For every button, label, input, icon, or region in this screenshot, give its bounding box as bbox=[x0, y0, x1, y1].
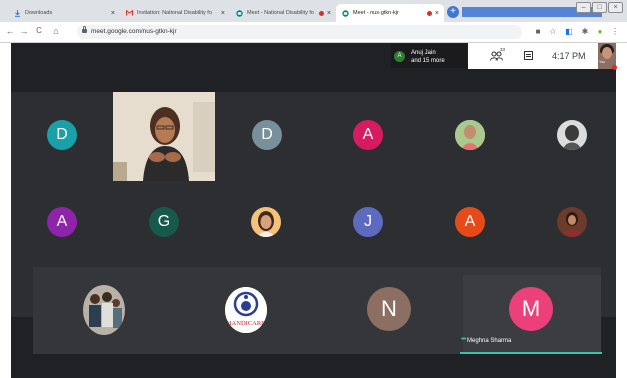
participant-name: Anuj Jain bbox=[411, 50, 436, 56]
recording-icon bbox=[426, 10, 432, 16]
meet-window: A Anuj Jain and 15 more 33 4:17 PM You D… bbox=[11, 43, 617, 378]
back-button[interactable]: ← bbox=[5, 26, 15, 36]
meet-icon bbox=[342, 9, 349, 17]
participant-tile-j[interactable]: J bbox=[353, 207, 383, 237]
avatar-initial: M bbox=[521, 296, 541, 321]
avatar-initial: D bbox=[56, 126, 68, 143]
camera-icon[interactable]: ■ bbox=[533, 27, 543, 36]
active-speaker-name: Meghna Sharma bbox=[467, 338, 512, 344]
participant-photo-avatar[interactable] bbox=[455, 120, 485, 150]
participant-photo-avatar[interactable] bbox=[557, 120, 587, 150]
meet-top-bar: A Anuj Jain and 15 more 33 4:17 PM You bbox=[11, 43, 617, 70]
minimize-button[interactable]: – bbox=[576, 2, 591, 13]
participant-tile-g[interactable]: G bbox=[149, 207, 179, 237]
participant-chip[interactable]: A Anuj Jain and 15 more bbox=[391, 44, 467, 68]
close-icon[interactable]: × bbox=[435, 10, 439, 17]
reload-button[interactable]: C bbox=[34, 26, 44, 35]
chat-icon[interactable] bbox=[524, 51, 533, 60]
forward-button[interactable]: → bbox=[19, 26, 29, 36]
avatar: A bbox=[394, 51, 405, 62]
participant-tile-n[interactable]: N bbox=[367, 287, 411, 331]
extension-icon[interactable]: ◧ bbox=[564, 27, 574, 36]
tab-label: Meet - National Disability fo bbox=[247, 10, 314, 16]
participant-more: and 15 more bbox=[411, 58, 445, 64]
logo-text: HANDICARE bbox=[227, 320, 265, 327]
new-tab-button[interactable]: + bbox=[447, 6, 459, 18]
people-count: 33 bbox=[500, 47, 506, 52]
url-text: meet.google.com/nus-gtkn-kjr bbox=[91, 28, 177, 35]
address-bar: ← → C ⌂ meet.google.com/nus-gtkn-kjr ■ ☆… bbox=[0, 22, 627, 43]
tab-label: Downloads bbox=[25, 10, 53, 16]
participant-tile-a3[interactable]: A bbox=[455, 207, 485, 237]
close-icon[interactable]: × bbox=[327, 10, 331, 17]
recording-icon bbox=[318, 10, 324, 16]
tab-meet-active[interactable]: Meet - nus-gtkn-kjr × bbox=[336, 4, 444, 22]
star-icon[interactable]: ☆ bbox=[548, 27, 558, 36]
avatar-initial: N bbox=[381, 296, 397, 321]
meet-icon bbox=[236, 9, 243, 17]
participant-tile-m[interactable]: M bbox=[509, 287, 553, 331]
tab-label: Invitation: National Disability fo bbox=[137, 10, 212, 16]
avatar-initial: A bbox=[464, 213, 476, 230]
puzzle-icon[interactable]: ✱ bbox=[580, 27, 590, 36]
avatar-initial: G bbox=[157, 213, 171, 230]
close-icon[interactable]: × bbox=[111, 10, 115, 17]
lock-icon bbox=[82, 26, 87, 33]
tab-label: Meet - nus-gtkn-kjr bbox=[353, 10, 399, 16]
meet-toolbar: 33 4:17 PM You bbox=[468, 43, 617, 70]
gmail-icon bbox=[126, 10, 133, 17]
notification-badge bbox=[612, 65, 617, 70]
meeting-clock: 4:17 PM bbox=[552, 51, 586, 61]
avatar-initial: D bbox=[261, 126, 273, 143]
maximize-button[interactable]: □ bbox=[592, 2, 607, 13]
profile-icon[interactable]: ● bbox=[595, 27, 605, 36]
tab-invitation[interactable]: Invitation: National Disability fo × bbox=[120, 4, 230, 22]
speaking-indicator-icon: ••• bbox=[461, 336, 466, 343]
avatar-initial: J bbox=[364, 213, 372, 230]
participant-photo-avatar[interactable] bbox=[251, 207, 281, 237]
active-speaker-bar bbox=[460, 352, 602, 354]
self-label: You bbox=[599, 60, 605, 64]
participant-tile-d1[interactable]: D bbox=[47, 120, 77, 150]
participant-tile-a2[interactable]: A bbox=[47, 207, 77, 237]
close-icon[interactable]: × bbox=[221, 10, 225, 17]
participant-tile-a1[interactable]: A bbox=[353, 120, 383, 150]
home-button[interactable]: ⌂ bbox=[51, 26, 61, 36]
people-icon[interactable] bbox=[490, 51, 506, 61]
tab-meet-national[interactable]: Meet - National Disability fo × bbox=[230, 4, 336, 22]
url-input[interactable]: meet.google.com/nus-gtkn-kjr bbox=[77, 25, 522, 39]
participant-photo-avatar[interactable] bbox=[83, 285, 125, 335]
menu-icon[interactable]: ⋮ bbox=[610, 27, 620, 36]
participant-photo-avatar[interactable] bbox=[557, 207, 587, 237]
tab-downloads[interactable]: Downloads × bbox=[8, 4, 120, 22]
handicare-logo-avatar[interactable]: HANDICARE bbox=[225, 287, 267, 333]
tab-bar: Downloads × Invitation: National Disabil… bbox=[0, 0, 627, 22]
download-icon bbox=[14, 9, 21, 17]
avatar-initial: A bbox=[362, 126, 374, 143]
participant-video-tile[interactable] bbox=[113, 92, 215, 181]
avatar-initial: A bbox=[56, 213, 68, 230]
window-close-button[interactable]: × bbox=[608, 2, 623, 13]
participant-tile-d2[interactable]: D bbox=[252, 120, 282, 150]
